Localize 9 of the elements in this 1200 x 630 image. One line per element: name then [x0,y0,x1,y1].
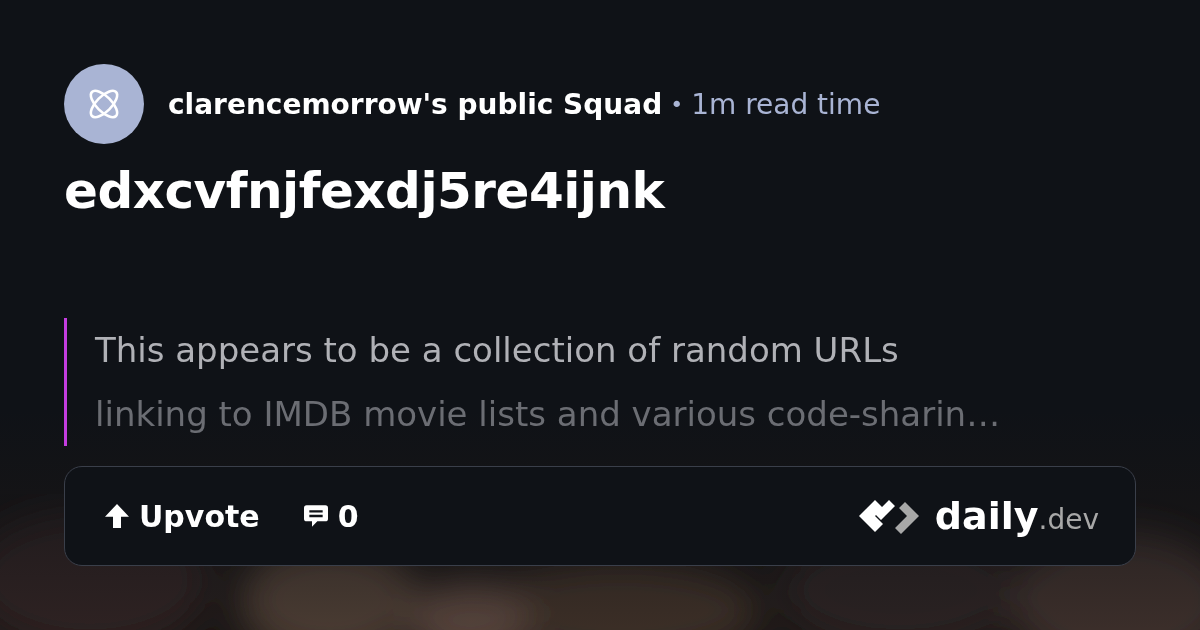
squad-avatar-icon[interactable] [64,64,144,144]
read-time: 1m read time [691,87,881,121]
squad-name[interactable]: clarencemorrow's public Squad [168,87,663,121]
post-title: edxcvfnjfexdj5re4ijnk [64,162,667,220]
brand-name: daily.dev [934,494,1099,538]
comments-button[interactable]: 0 [299,498,359,534]
upvote-button[interactable]: Upvote [101,498,260,534]
separator-dot: • [670,91,684,117]
post-summary: This appears to be a collection of random URLs linking to IMDB movie lists and various code-sharin… [64,318,1136,446]
